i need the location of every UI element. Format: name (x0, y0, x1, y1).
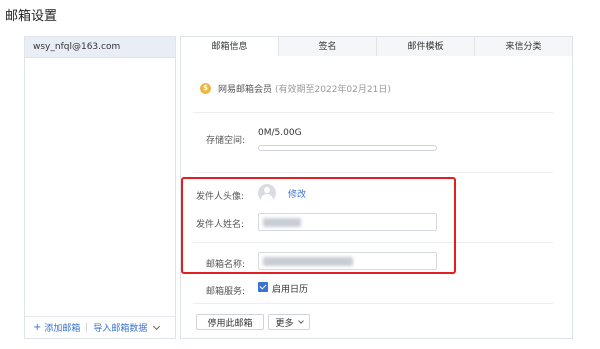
calendar-checkbox[interactable] (258, 282, 268, 292)
import-mail-data-label: 导入邮箱数据 (93, 324, 148, 334)
mail-service-label: 邮箱服务: (206, 287, 246, 297)
storage-label: 存储空间: (206, 136, 246, 146)
tab-mail-classification[interactable]: 来信分类 (474, 37, 572, 57)
page-title: 邮箱设置 (5, 9, 58, 24)
tab-signature[interactable]: 签名 (278, 37, 376, 57)
tab-mailbox-info[interactable]: 邮箱信息 (181, 37, 278, 57)
divider (193, 172, 553, 173)
account-item-selected[interactable]: wsy_nfql@163.com (25, 37, 175, 58)
footer-separator (86, 323, 88, 332)
tab-mail-template[interactable]: 邮件模板 (376, 37, 474, 57)
account-list: wsy_nfql@163.com + 添加邮箱 导入邮箱数据 (24, 36, 176, 339)
divider (193, 303, 553, 304)
chevron-down-icon (153, 322, 161, 331)
chevron-down-icon (297, 318, 304, 324)
settings-tabs: 邮箱信息 签名 邮件模板 来信分类 (180, 36, 573, 57)
vip-expire-date: (有效期至2022年02月21日) (275, 85, 391, 95)
account-footer: + 添加邮箱 导入邮箱数据 (25, 316, 175, 338)
coin-icon: $ (200, 83, 211, 94)
import-mail-data-link[interactable]: 导入邮箱数据 (93, 321, 161, 334)
divider (193, 112, 553, 113)
more-label: 更多 (275, 318, 294, 329)
disable-mailbox-button[interactable]: 停用此邮箱 (196, 314, 264, 330)
calendar-label: 启用日历 (272, 285, 309, 295)
plus-icon: + (33, 322, 42, 333)
more-button[interactable]: 更多 (268, 314, 310, 330)
storage-value: 0M/5.00G (258, 128, 302, 138)
storage-progress-bar (258, 145, 437, 151)
add-mailbox-label: 添加邮箱 (44, 324, 81, 334)
vip-label: 网易邮箱会员 (218, 85, 273, 95)
vip-row: $ 网易邮箱会员 (有效期至2022年02月21日) (200, 82, 391, 95)
highlight-annotation-box (181, 177, 456, 274)
add-mailbox-link[interactable]: + 添加邮箱 (33, 321, 80, 334)
disable-mailbox-label: 停用此邮箱 (207, 318, 253, 329)
